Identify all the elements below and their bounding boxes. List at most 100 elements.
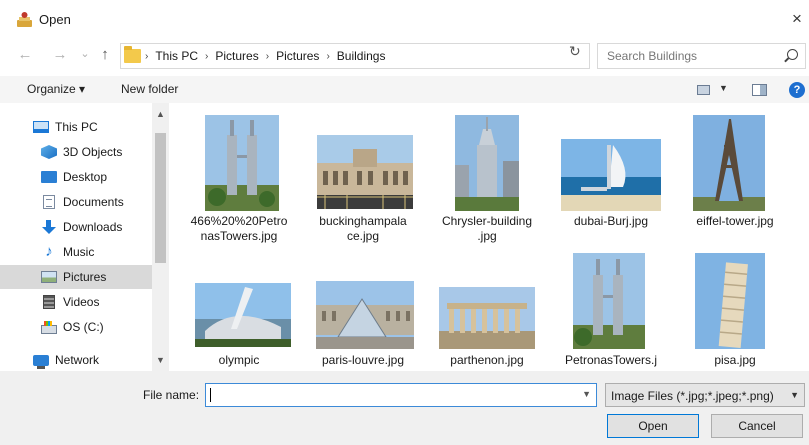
document-icon (43, 195, 55, 209)
breadcrumb-separator: › (145, 50, 149, 62)
breadcrumb-buildings[interactable]: Buildings (337, 49, 386, 63)
sidebar-item-label: This PC (55, 120, 98, 134)
refresh-button[interactable]: ↻ (569, 43, 581, 60)
preview-pane-icon[interactable] (752, 84, 767, 96)
chevron-down-icon[interactable]: ▼ (582, 389, 591, 399)
petronas-towers-thumbnail (573, 253, 645, 349)
file-item[interactable]: paris-louvre.jpg (301, 253, 425, 371)
breadcrumb-separator: › (326, 50, 330, 62)
file-name-line: parthenon.jpg (450, 353, 524, 367)
file-name-line: buckinghampala (319, 214, 407, 228)
sidebar-scrollbar[interactable]: ▲ ▼ (152, 103, 169, 371)
file-item[interactable]: eiffel-tower.jpg (673, 103, 797, 253)
view-icon[interactable] (697, 85, 710, 95)
open-button[interactable]: Open (607, 414, 699, 438)
sidebar-item-music[interactable]: ♪ Music (0, 240, 152, 264)
file-name-field[interactable]: ▼ (205, 383, 597, 407)
file-list: 466%20%20Petro nasTowers.jpg buckinghamp… (172, 103, 809, 371)
navigation-bar: ← → ⌄ ↑ › This PC › Pictures › Pictures … (0, 40, 809, 72)
file-name: eiffel-tower.jpg (673, 214, 797, 229)
back-button[interactable]: ← (17, 46, 33, 63)
forward-button[interactable]: → (52, 46, 68, 63)
file-item[interactable]: dubai-Burj.jpg (549, 103, 673, 253)
pictures-icon (41, 271, 57, 283)
recent-locations-button[interactable]: ⌄ (77, 47, 93, 60)
breadcrumb-pictures-sub[interactable]: Pictures (276, 49, 319, 63)
sidebar-item-pictures[interactable]: Pictures (0, 265, 152, 289)
file-item[interactable]: Chrysler-building .jpg (425, 103, 549, 253)
sidebar-item-label: Downloads (63, 220, 123, 234)
sidebar-item-documents[interactable]: Documents (0, 190, 152, 214)
file-name-line: .jpg (477, 229, 497, 243)
breadcrumb-separator: › (205, 50, 209, 62)
video-icon (43, 295, 55, 309)
breadcrumb-pictures[interactable]: Pictures (215, 49, 258, 63)
file-name: parthenon.jpg (425, 353, 549, 368)
file-name: Chrysler-building .jpg (425, 214, 549, 244)
file-name-panel: File name: ▼ Image Files (*.jpg;*.jpeg;*… (0, 371, 809, 445)
computer-icon (33, 121, 49, 133)
petronas-towers-thumbnail (205, 115, 279, 211)
file-name-line: nasTowers.jpg (200, 229, 278, 243)
up-button[interactable]: ↑ (97, 46, 113, 63)
stadium-thumbnail (195, 283, 291, 347)
file-item[interactable]: PetronasTowers.j (549, 253, 673, 371)
title-bar: Open × (0, 0, 809, 40)
file-type-filter[interactable]: Image Files (*.jpg;*.jpeg;*.png) ▼ (605, 383, 805, 407)
sidebar-item-label: Music (63, 245, 95, 259)
sidebar-item-desktop[interactable]: Desktop (0, 165, 152, 189)
drive-icon (41, 320, 57, 334)
address-bar[interactable]: › This PC › Pictures › Pictures › Buildi… (120, 43, 682, 69)
desktop-icon (41, 171, 57, 183)
louvre-thumbnail (316, 281, 414, 349)
scroll-down-icon[interactable]: ▼ (152, 355, 169, 365)
sidebar-item-label: Desktop (63, 170, 108, 184)
skyscraper-thumbnail (455, 115, 519, 211)
file-name-line: paris-louvre.jpg (321, 353, 405, 367)
file-name: PetronasTowers.j (549, 353, 673, 368)
sidebar-item-label: Videos (63, 295, 100, 309)
command-bar: Organize ▾ New folder ▼ ? (0, 76, 809, 103)
sidebar-item-3d-objects[interactable]: 3D Objects (0, 140, 152, 164)
file-name: paris-louvre.jpg (301, 353, 425, 368)
scroll-up-icon[interactable]: ▲ (152, 109, 169, 119)
close-button[interactable]: × (788, 9, 806, 29)
window-title: Open (39, 12, 71, 27)
sidebar-item-label: Documents (63, 195, 124, 209)
organize-button[interactable]: Organize ▾ (27, 82, 85, 96)
palace-thumbnail (317, 135, 413, 209)
sidebar-item-videos[interactable]: Videos (0, 290, 152, 314)
file-item[interactable]: pisa.jpg (673, 253, 797, 371)
file-item[interactable]: parthenon.jpg (425, 253, 549, 371)
file-item[interactable]: olympic (177, 253, 301, 371)
file-name-label: File name: (143, 388, 200, 402)
navigation-pane: This PC 3D Objects Desktop Documents Dow… (0, 103, 152, 371)
search-input[interactable]: Search Buildings (597, 43, 806, 69)
breadcrumb-separator: › (265, 50, 270, 62)
file-name: pisa.jpg (673, 353, 797, 368)
sidebar-item-this-pc[interactable]: This PC (0, 115, 152, 139)
file-name-line: eiffel-tower.jpg (696, 214, 774, 228)
view-dropdown-button[interactable]: ▼ (719, 83, 728, 93)
file-name: dubai-Burj.jpg (549, 214, 673, 229)
file-type-value: Image Files (*.jpg;*.jpeg;*.png) (611, 389, 774, 403)
sidebar-item-downloads[interactable]: Downloads (0, 215, 152, 239)
sidebar-item-label: Pictures (63, 270, 107, 284)
file-name-line: pisa.jpg (714, 353, 756, 367)
text-caret (210, 388, 211, 402)
parthenon-thumbnail (439, 287, 535, 349)
download-icon (41, 219, 57, 235)
file-item[interactable]: buckinghampala ce.jpg (301, 103, 425, 253)
cancel-button[interactable]: Cancel (711, 414, 803, 438)
sidebar-item-os-c[interactable]: OS (C:) (0, 315, 152, 339)
file-name-line: PetronasTowers.j (564, 353, 658, 367)
folder-icon (124, 46, 141, 63)
help-icon[interactable]: ? (789, 82, 805, 98)
sidebar-item-label: 3D Objects (63, 145, 123, 159)
breadcrumb-this-pc[interactable]: This PC (155, 49, 198, 63)
sidebar-item-label: Network (55, 353, 100, 367)
file-item[interactable]: 466%20%20Petro nasTowers.jpg (177, 103, 301, 253)
scrollbar-thumb[interactable] (155, 133, 166, 263)
new-folder-button[interactable]: New folder (121, 82, 178, 96)
sidebar-item-network[interactable]: Network (0, 348, 152, 372)
